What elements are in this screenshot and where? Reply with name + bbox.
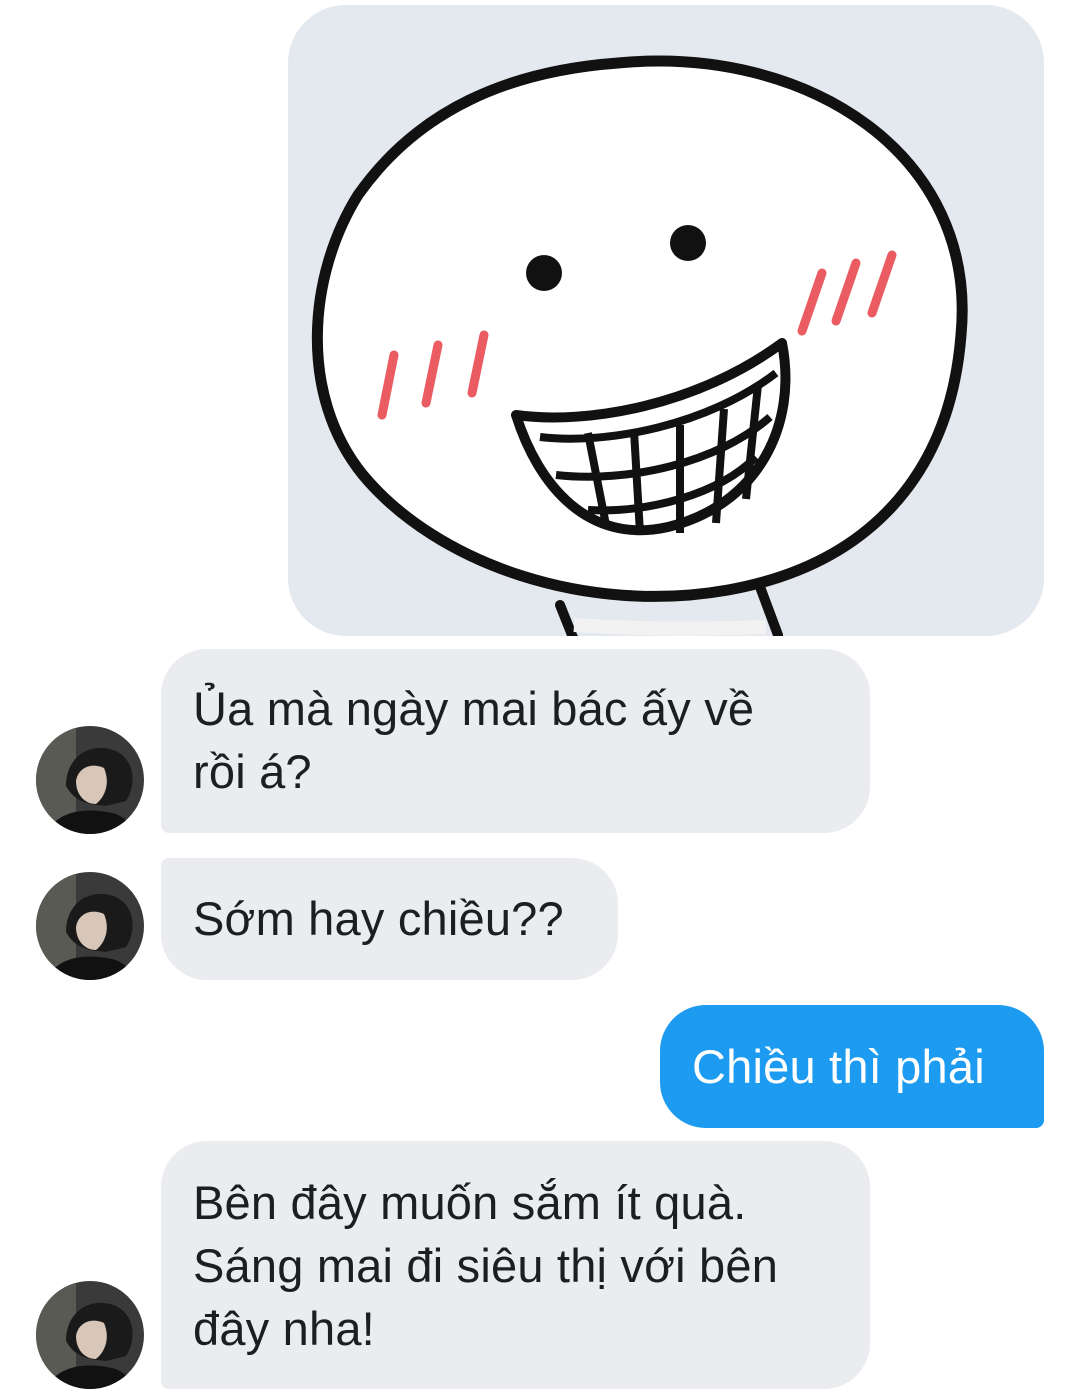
contact-photo-icon	[36, 1281, 144, 1389]
message-text: Chiều thì phải	[692, 1040, 985, 1093]
message-text: đây nha!	[193, 1302, 375, 1355]
incoming-message-bubble[interactable]: Sớm hay chiều??	[161, 858, 618, 980]
message-text: Sáng mai đi siêu thị với bên	[193, 1239, 779, 1292]
contact-avatar[interactable]	[36, 726, 144, 834]
message-text: Bên đây muốn sắm ít quà.	[193, 1176, 747, 1229]
sticker-message[interactable]	[288, 5, 1044, 636]
contact-photo-icon	[36, 726, 144, 834]
incoming-message-bubble[interactable]: Ủa mà ngày mai bác ấy về rồi á?	[161, 649, 870, 833]
message-text: rồi á?	[193, 745, 312, 798]
contact-avatar[interactable]	[36, 872, 144, 980]
outgoing-message-bubble[interactable]: Chiều thì phải	[660, 1005, 1044, 1128]
message-text: Sớm hay chiều??	[193, 892, 564, 945]
message-text: Ủa mà ngày mai bác ấy về	[193, 682, 755, 735]
contact-avatar[interactable]	[36, 1281, 144, 1389]
contact-photo-icon	[36, 872, 144, 980]
grinning-blushing-face-sticker-icon	[311, 55, 968, 636]
incoming-message-bubble[interactable]: Bên đây muốn sắm ít quà. Sáng mai đi siê…	[161, 1141, 870, 1389]
